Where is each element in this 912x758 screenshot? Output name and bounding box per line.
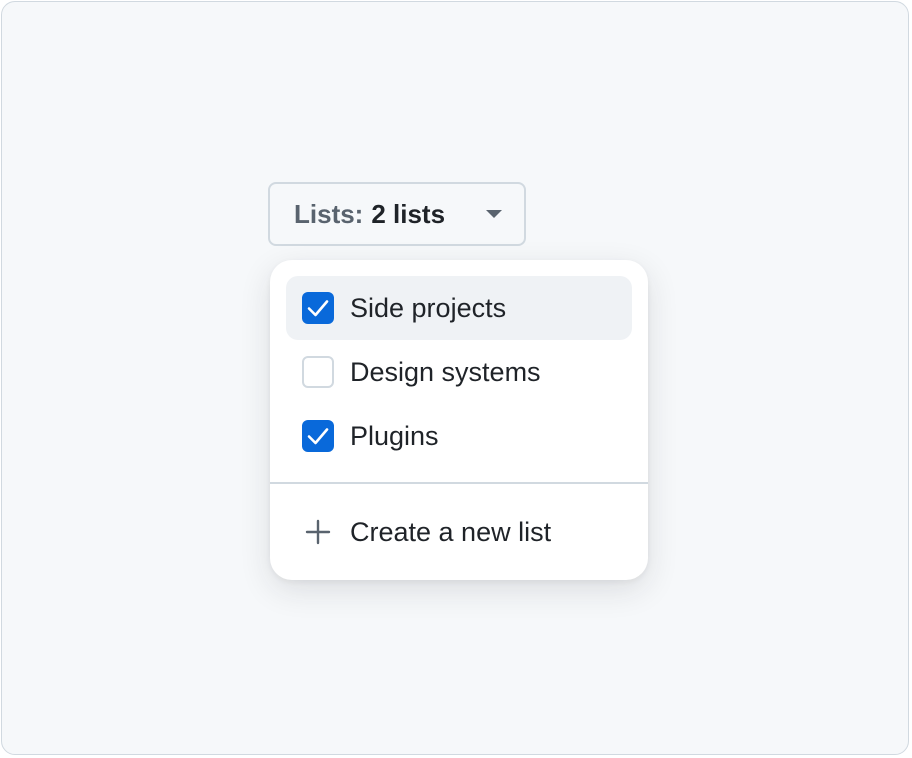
plus-icon [302, 516, 334, 548]
create-new-list-label: Create a new list [350, 516, 552, 547]
triangle-down-icon [486, 210, 502, 218]
list-item-design-systems[interactable]: Design systems [286, 340, 632, 404]
list-item-label: Design systems [350, 356, 541, 387]
list-item-side-projects[interactable]: Side projects [286, 276, 632, 340]
lists-menu: Side projects Design systems Plugins Cre… [270, 260, 648, 580]
lists-dropdown-button[interactable]: Lists: 2 lists [268, 182, 526, 246]
checkbox-design-systems[interactable] [302, 356, 334, 388]
lists-menu-items: Side projects Design systems Plugins [286, 276, 632, 468]
lists-dropdown-prefix: Lists: [294, 198, 364, 229]
canvas-frame: Lists: 2 lists Side projects Design syst… [1, 1, 909, 755]
list-item-plugins[interactable]: Plugins [286, 404, 632, 468]
checkmark-icon [307, 428, 329, 445]
menu-divider [270, 482, 648, 484]
checkbox-side-projects[interactable] [302, 292, 334, 324]
checkmark-icon [307, 300, 329, 317]
checkbox-plugins[interactable] [302, 420, 334, 452]
create-new-list-button[interactable]: Create a new list [286, 500, 632, 564]
list-item-label: Side projects [350, 292, 507, 323]
list-item-label: Plugins [350, 420, 439, 451]
lists-dropdown-value: 2 lists [371, 198, 446, 229]
